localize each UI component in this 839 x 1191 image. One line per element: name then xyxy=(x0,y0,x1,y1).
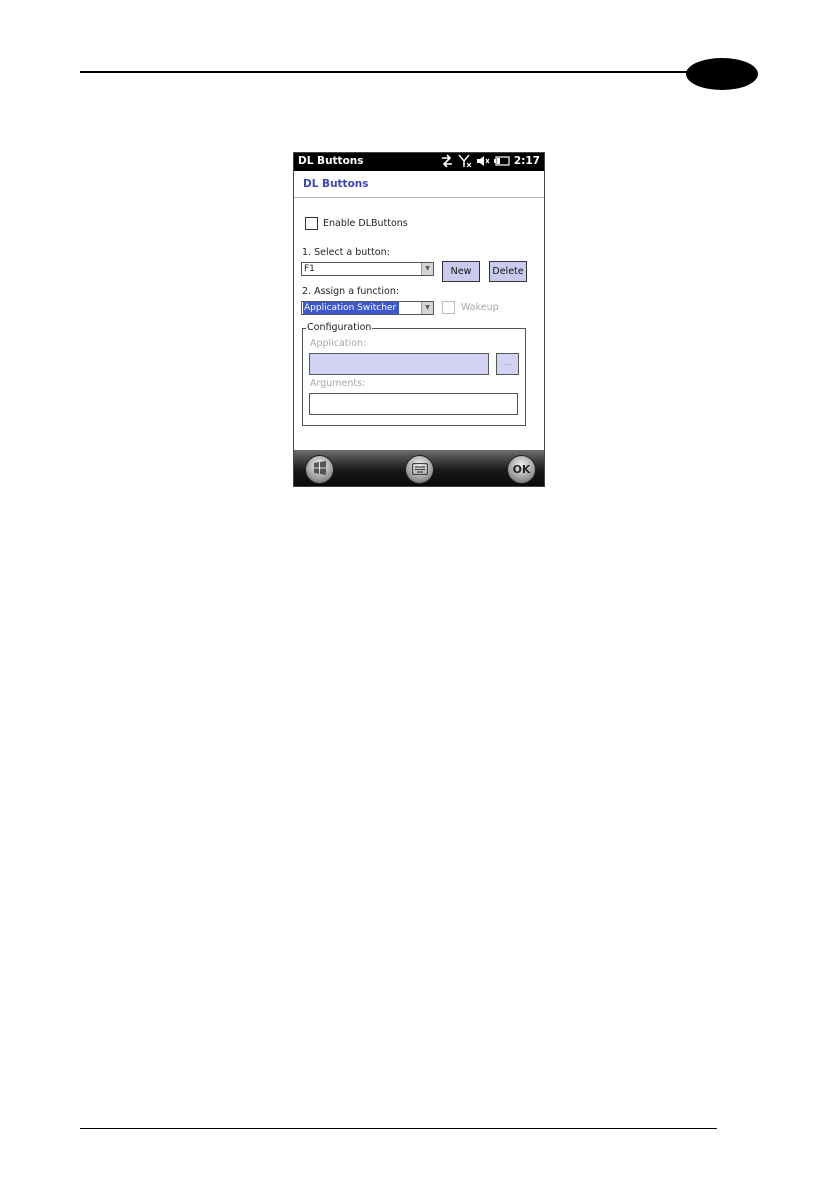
button-select-value: F1 xyxy=(304,264,315,274)
keyboard-icon xyxy=(411,460,428,479)
page-header-rule xyxy=(80,71,720,73)
function-select-value: Application Switcher xyxy=(303,302,400,314)
application-input[interactable] xyxy=(309,353,489,375)
enable-dlbuttons-checkbox[interactable] xyxy=(305,217,318,230)
no-signal-icon[interactable] xyxy=(458,154,472,168)
speaker-muted-icon[interactable] xyxy=(476,154,490,168)
browse-button[interactable]: ... xyxy=(496,353,519,375)
arguments-input[interactable] xyxy=(309,393,518,415)
ok-label: OK xyxy=(512,463,531,476)
battery-icon[interactable] xyxy=(493,156,510,166)
status-bar: DL Buttons 2:17 xyxy=(294,153,544,171)
button-select[interactable]: F1 ▼ xyxy=(301,262,434,276)
chevron-down-icon[interactable]: ▼ xyxy=(421,263,433,275)
application-label: Application: xyxy=(310,338,367,349)
configuration-legend: Configuration xyxy=(306,322,373,333)
wakeup-label: Wakeup xyxy=(461,302,499,313)
assign-function-label: 2. Assign a function: xyxy=(302,286,400,297)
page-title: DL Buttons xyxy=(303,178,369,190)
arguments-label: Arguments: xyxy=(310,378,366,389)
status-bar-title: DL Buttons xyxy=(298,155,364,167)
ok-button[interactable]: OK xyxy=(507,455,536,484)
settings-form: Enable DLButtons 1. Select a button: F1 … xyxy=(294,198,544,451)
select-button-label: 1. Select a button: xyxy=(302,247,390,258)
sync-arrows-icon[interactable] xyxy=(440,154,454,168)
chevron-down-icon[interactable]: ▼ xyxy=(421,302,433,314)
taskbar: OK xyxy=(294,450,544,486)
delete-button[interactable]: Delete xyxy=(489,261,527,282)
windows-logo-icon xyxy=(312,460,328,480)
function-select[interactable]: Application Switcher ▼ xyxy=(301,301,434,315)
page-footer-rule xyxy=(80,1128,717,1129)
keyboard-button[interactable] xyxy=(405,455,434,484)
enable-dlbuttons-label: Enable DLButtons xyxy=(323,218,408,229)
chapter-tab xyxy=(686,58,758,90)
start-button[interactable] xyxy=(305,455,334,484)
device-screen: DL Buttons 2:17 DL Buttons Enable DLButt… xyxy=(293,152,545,487)
app-header: DL Buttons xyxy=(294,171,544,198)
status-icons: 2:17 xyxy=(440,154,540,168)
clock-time[interactable]: 2:17 xyxy=(514,155,540,167)
new-button[interactable]: New xyxy=(442,261,480,282)
wakeup-checkbox[interactable] xyxy=(442,301,455,314)
